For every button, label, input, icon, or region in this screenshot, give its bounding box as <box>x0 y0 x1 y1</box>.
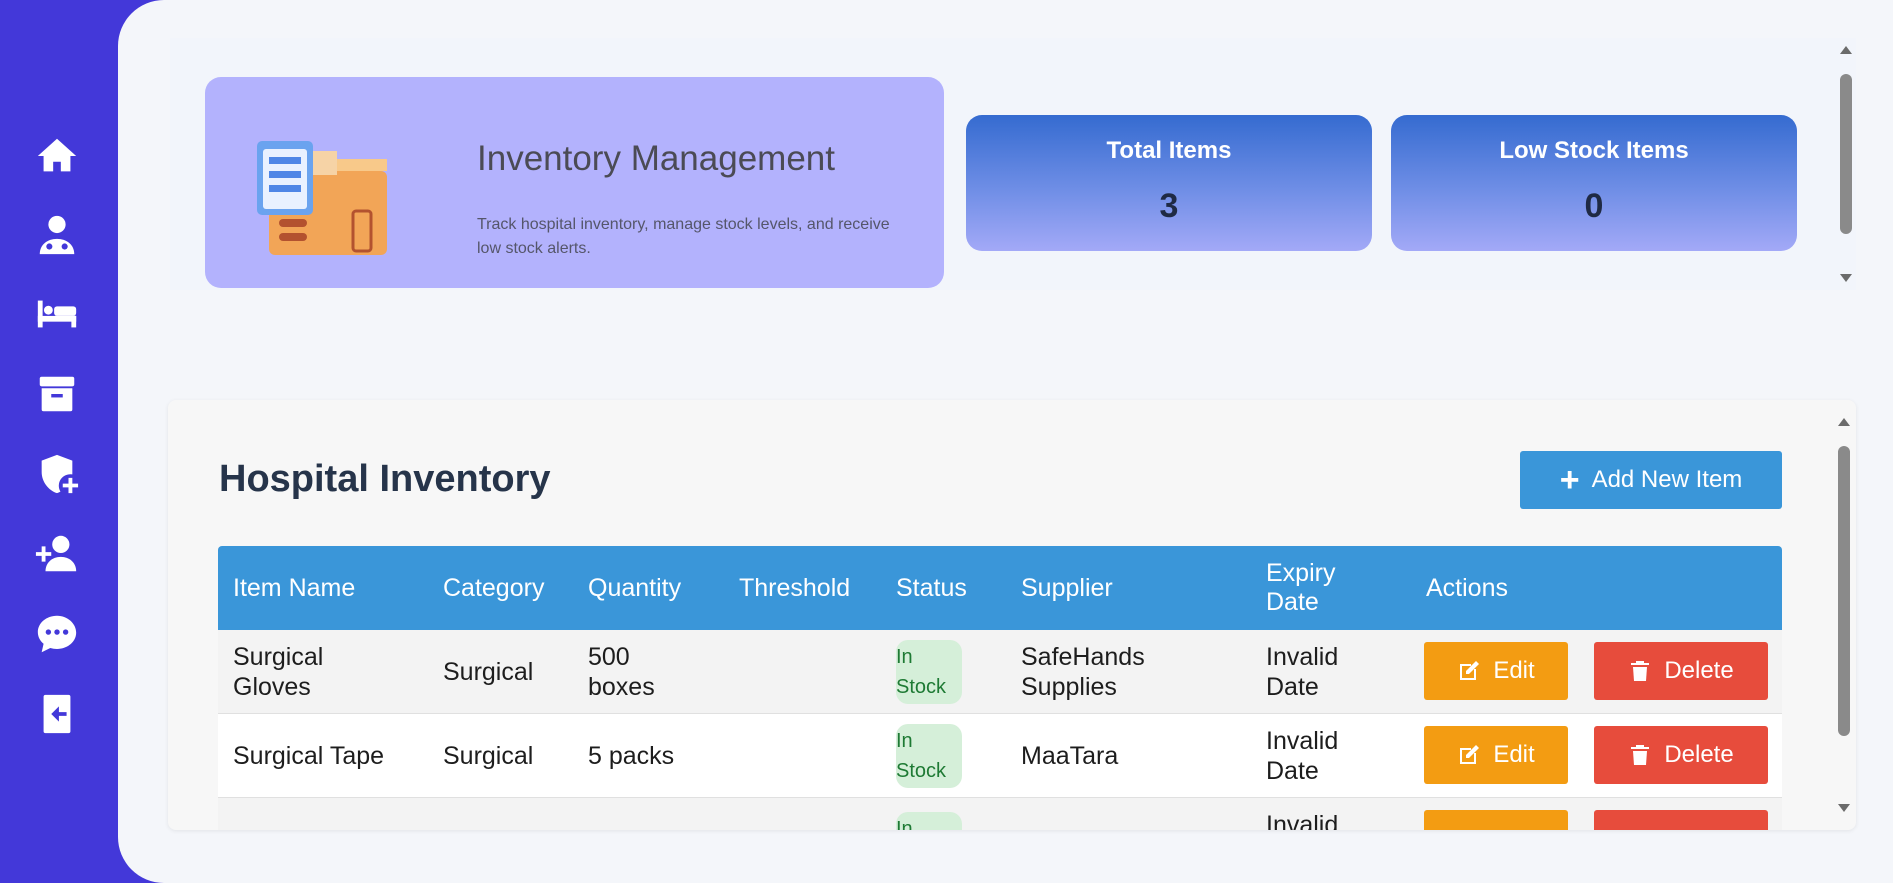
edit-label: Edit <box>1493 741 1535 768</box>
item-name-cell: Surgical Tape <box>233 742 385 770</box>
status-cell: In <box>896 798 962 830</box>
expiry-cell: Invalid <box>1266 811 1339 830</box>
delete-label: Delete <box>1664 741 1734 768</box>
edit-button[interactable] <box>1424 810 1568 830</box>
scroll-down-icon[interactable] <box>1838 804 1850 812</box>
delete-button[interactable] <box>1594 810 1768 830</box>
hero-banner: Inventory Management Track hospital inve… <box>205 77 944 288</box>
plus-icon: + <box>1559 461 1580 499</box>
table-header: Item Name Category Quantity Threshold St… <box>218 546 1782 630</box>
edit-button[interactable]: Edit <box>1424 642 1568 700</box>
status-badge: In <box>896 812 962 830</box>
doctor-icon[interactable] <box>29 207 85 263</box>
col-item-name[interactable]: Item Name <box>233 546 355 630</box>
total-items-card: Total Items 3 <box>966 115 1372 251</box>
edit-icon <box>1460 661 1480 680</box>
quantity-cell: 5 packs <box>588 742 675 770</box>
category-cell: Surgical <box>443 658 534 686</box>
table-row: Surgical Gloves Surgical 500 boxes In St… <box>218 630 1782 714</box>
low-stock-value: 0 <box>1584 187 1604 225</box>
expiry-cell: Invalid Date <box>1266 643 1339 701</box>
status-cell: In Stock <box>896 714 962 798</box>
edit-icon <box>1460 745 1480 764</box>
logout-icon[interactable] <box>29 686 85 742</box>
add-new-item-label: Add New Item <box>1591 466 1743 493</box>
scroll-up-icon[interactable] <box>1838 418 1850 426</box>
chat-icon[interactable] <box>29 606 85 662</box>
inventory-table: Item Name Category Quantity Threshold St… <box>218 546 1782 830</box>
add-new-item-button[interactable]: + Add New Item <box>1520 451 1782 509</box>
item-name-cell: Surgical Gloves <box>233 643 324 701</box>
col-threshold[interactable]: Threshold <box>739 546 850 630</box>
col-quantity[interactable]: Quantity <box>588 546 681 630</box>
expiry-cell: Invalid Date <box>1266 727 1339 785</box>
quantity-cell: 500 boxes <box>588 643 655 701</box>
main-content: Inventory Management Track hospital inve… <box>118 0 1893 883</box>
trash-icon <box>1631 745 1650 765</box>
hero-title: Inventory Management <box>477 139 835 178</box>
delete-label: Delete <box>1664 657 1734 684</box>
status-badge: In Stock <box>896 640 962 704</box>
col-status[interactable]: Status <box>896 546 967 630</box>
supplier-cell: MaaTara <box>1021 742 1119 770</box>
sidebar <box>0 0 118 883</box>
status-cell: In Stock <box>896 630 962 714</box>
col-actions: Actions <box>1426 573 1508 602</box>
category-cell: Surgical <box>443 742 534 770</box>
table-row: Surgical Tape Surgical 5 packs In Stock … <box>218 714 1782 798</box>
delete-button[interactable]: Delete <box>1594 726 1768 784</box>
scroll-up-icon[interactable] <box>1840 46 1852 54</box>
edit-button[interactable]: Edit <box>1424 726 1568 784</box>
scroll-down-icon[interactable] <box>1840 274 1852 282</box>
scroll-thumb[interactable] <box>1840 74 1852 234</box>
low-stock-label: Low Stock Items <box>1499 137 1689 164</box>
delete-button[interactable]: Delete <box>1594 642 1768 700</box>
inventory-scrollbar[interactable] <box>1836 410 1852 820</box>
status-badge: In Stock <box>896 724 962 788</box>
add-user-icon[interactable] <box>29 526 85 582</box>
table-row: In Invalid <box>218 798 1782 830</box>
bed-icon[interactable] <box>29 286 85 342</box>
low-stock-card: Low Stock Items 0 <box>1391 115 1797 251</box>
edit-label: Edit <box>1493 657 1535 684</box>
col-category[interactable]: Category <box>443 546 544 630</box>
archive-icon[interactable] <box>29 366 85 422</box>
inventory-title: Hospital Inventory <box>219 458 551 500</box>
col-supplier[interactable]: Supplier <box>1021 546 1113 630</box>
summary-scrollbar[interactable] <box>1838 38 1854 290</box>
hero-description: Track hospital inventory, manage stock l… <box>477 216 890 257</box>
trash-icon <box>1631 661 1650 681</box>
scroll-thumb[interactable] <box>1838 446 1850 736</box>
home-icon[interactable] <box>29 128 85 184</box>
supplier-cell: SafeHands Supplies <box>1021 643 1145 701</box>
col-expiry-date[interactable]: Expiry Date <box>1266 546 1376 630</box>
inventory-card: Hospital Inventory + Add New Item Item N… <box>168 400 1856 830</box>
total-items-label: Total Items <box>1106 137 1232 164</box>
total-items-value: 3 <box>1159 187 1179 225</box>
inventory-box-icon <box>257 141 387 255</box>
shield-plus-icon[interactable] <box>29 446 85 502</box>
